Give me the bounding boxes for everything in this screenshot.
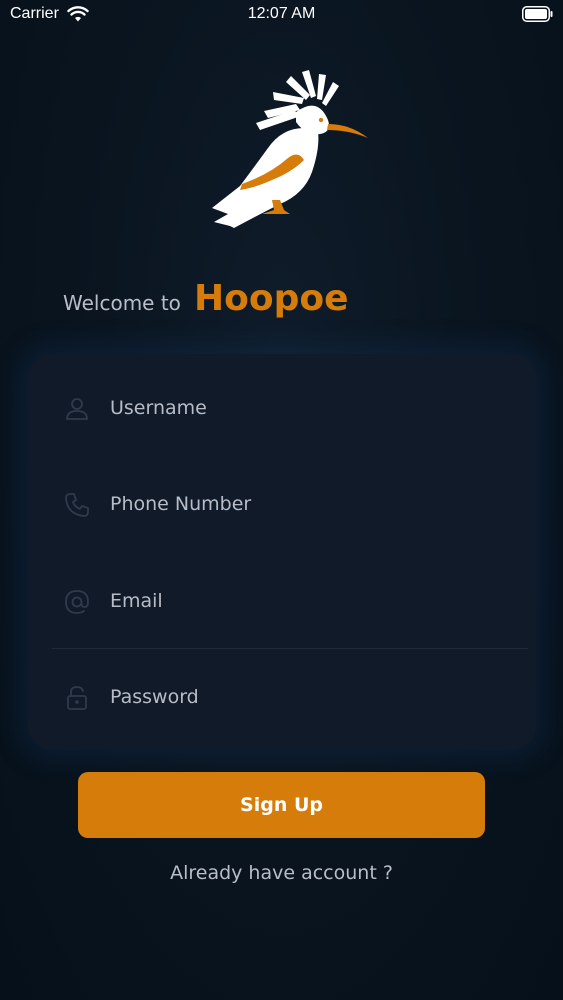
status-time: 12:07 AM — [247, 5, 316, 22]
lock-icon — [67, 686, 87, 710]
battery-icon — [522, 6, 553, 22]
welcome-prefix: Welcome to — [63, 291, 181, 315]
phone-field — [52, 474, 528, 534]
status-bar: Carrier 12:07 AM — [0, 0, 563, 30]
sign-up-button[interactable]: Sign Up — [78, 772, 485, 838]
email-input[interactable] — [110, 581, 510, 621]
password-input[interactable] — [110, 677, 510, 717]
hoopoe-logo-icon — [212, 70, 368, 228]
already-have-account-link[interactable]: Already have account ? — [0, 862, 563, 884]
at-sign-icon — [65, 590, 89, 614]
brand-name: Hoopoe — [194, 278, 349, 319]
signup-form-card — [28, 354, 536, 750]
password-field — [52, 667, 528, 727]
user-icon — [66, 398, 88, 420]
field-divider — [52, 648, 528, 649]
username-input[interactable] — [110, 388, 510, 428]
phone-number-input[interactable] — [110, 484, 510, 524]
username-field — [52, 378, 528, 438]
welcome-heading: Welcome to Hoopoe — [63, 278, 349, 319]
phone-icon — [65, 493, 89, 517]
email-field — [52, 571, 528, 631]
